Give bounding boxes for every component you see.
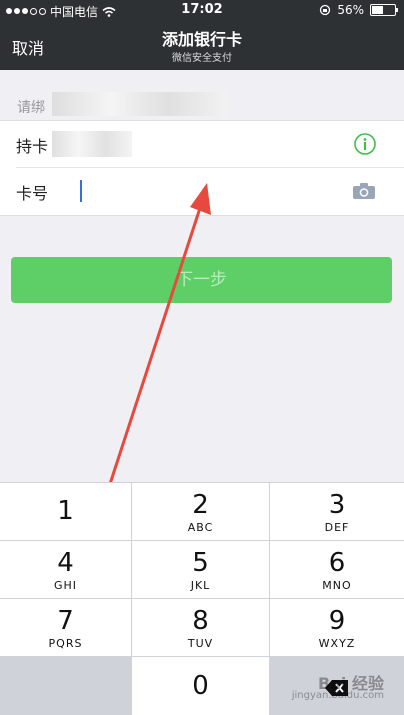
next-button[interactable]: 下一步	[11, 257, 392, 303]
card-number-input-cursor[interactable]	[80, 180, 82, 202]
camera-icon[interactable]	[352, 182, 376, 200]
key-7[interactable]: 7 PQRS	[0, 599, 131, 656]
info-icon[interactable]	[354, 133, 376, 155]
key-9[interactable]: 9 WXYZ	[270, 599, 404, 656]
rotation-lock-icon	[320, 4, 331, 16]
battery-percent: 56%	[337, 3, 364, 17]
key-1[interactable]: 1	[0, 483, 131, 540]
holder-name-blur	[52, 131, 132, 157]
key-3[interactable]: 3 DEF	[270, 483, 404, 540]
watermark: Bai 经验 jingyan.baidu.com	[291, 674, 384, 701]
key-8[interactable]: 8 TUV	[132, 599, 269, 656]
key-2[interactable]: 2 ABC	[132, 483, 269, 540]
redacted-blur	[52, 92, 227, 116]
key-0[interactable]: 0	[132, 657, 269, 715]
card-number-row[interactable]: 卡号	[0, 168, 404, 215]
status-right: 56%	[319, 3, 398, 17]
page-subtitle: 微信安全支付	[172, 53, 232, 64]
battery-icon	[370, 4, 398, 16]
card-number-label: 卡号	[16, 184, 49, 203]
status-bar: 中国电信 17:02 56%	[0, 0, 404, 20]
holder-row[interactable]: 持卡	[0, 121, 404, 168]
key-4[interactable]: 4 GHI	[0, 541, 131, 598]
key-6[interactable]: 6 MNO	[270, 541, 404, 598]
section-label: 请绑	[17, 100, 45, 116]
key-blank	[0, 657, 131, 715]
battery-fill	[372, 6, 384, 14]
holder-label: 持卡	[16, 137, 49, 156]
card-form: 持卡 卡号	[0, 120, 404, 216]
page-title: 添加银行卡	[161, 30, 242, 49]
key-5[interactable]: 5 JKL	[132, 541, 269, 598]
nav-bar: 取消 添加银行卡 微信安全支付	[0, 20, 404, 70]
